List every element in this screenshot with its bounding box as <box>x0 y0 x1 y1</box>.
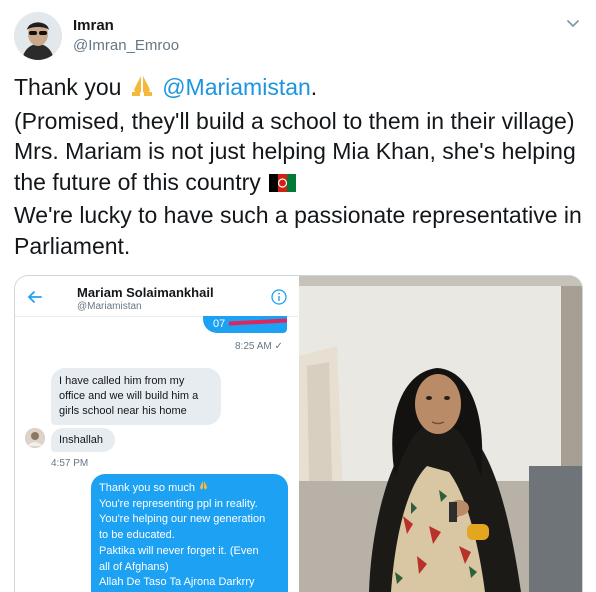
tweet-line-4: the future of this country <box>14 167 584 201</box>
dm-time-received: 4:57 PM <box>51 458 89 469</box>
afghanistan-flag-icon <box>269 170 297 201</box>
dm-sender-avatar <box>25 428 45 448</box>
dm-incoming-message-2: Inshallah <box>51 428 115 452</box>
info-icon <box>271 289 287 305</box>
dm-outgoing-line: to be educated. <box>99 529 175 542</box>
tweet-line-3: Mrs. Mariam is not just helping Mia Khan… <box>14 138 576 164</box>
tweet-media[interactable]: Mariam Solaimankhail @Mariamistan 07 8:2… <box>14 275 583 592</box>
mention-link[interactable]: @Mariamistan <box>162 74 311 100</box>
tweet-line-5: We're lucky to have such a passionate re… <box>14 202 582 228</box>
dm-incoming-message: I have called him from my office and we … <box>51 368 221 425</box>
folded-hands-icon <box>198 480 209 494</box>
tweet-text-period: . <box>310 74 318 100</box>
user-name[interactable]: Imran <box>73 17 114 34</box>
dm-outgoing-line: You're representing ppl in reality. <box>99 497 258 510</box>
photo-girl[interactable] <box>299 276 582 592</box>
dm-time-sent: 8:25 AM ✓ <box>235 341 283 352</box>
back-arrow-icon <box>27 289 43 305</box>
dm-screenshot[interactable]: Mariam Solaimankhail @Mariamistan 07 8:2… <box>15 276 298 592</box>
tweet-text-thanks: Thank you <box>14 74 122 100</box>
tweet-card: Imran @Imran_Emroo Thank you @Mariamista… <box>0 0 596 592</box>
dm-outgoing-message: Thank you so much You're representing pp… <box>91 474 288 592</box>
tweet-text-future: the future of this country <box>14 168 261 195</box>
dm-outgoing-line: all of Afghans) <box>99 560 169 573</box>
dm-outgoing-line: Thank you so much <box>99 480 280 497</box>
tweet-text: Thank you @Mariamistan. (Promised, they'… <box>14 72 584 261</box>
user-handle[interactable]: @Imran_Emroo <box>73 37 179 54</box>
dm-outgoing-text: Thank you so much <box>99 482 195 494</box>
tweet-line-2: (Promised, they'll build a school to the… <box>14 107 575 134</box>
dm-outgoing-line: You're helping our new generation <box>99 513 266 526</box>
chevron-down-icon[interactable] <box>564 14 582 32</box>
dm-contact-name: Mariam Solaimankhail <box>77 285 214 300</box>
tweet-line-1: Thank you @Mariamistan. <box>14 72 584 106</box>
folded-hands-icon <box>130 74 154 106</box>
tweet-line-6: Parliament. <box>14 232 131 259</box>
dm-outgoing-line: Paktika will never forget it. (Even <box>99 544 259 557</box>
dm-outgoing-line: Allah De Taso Ta Ajrona Darkrry <box>99 576 255 589</box>
dm-contact-handle: @Mariamistan <box>77 301 142 312</box>
avatar[interactable] <box>14 12 62 60</box>
